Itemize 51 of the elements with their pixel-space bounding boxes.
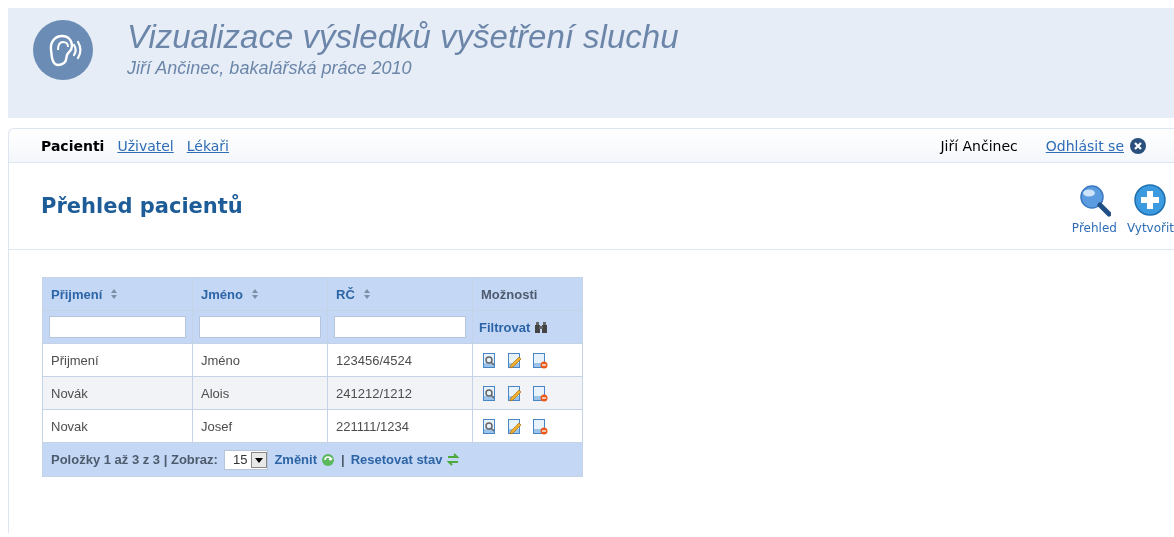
user-name: Jiří Ančinec [940,137,1018,154]
table-cell: Alois [201,385,230,401]
table-cell: Jméno [201,352,241,368]
sort-icon[interactable] [110,287,119,300]
page-size-select[interactable]: 15 [223,449,269,470]
binoculars-icon [534,320,549,334]
overview-button[interactable]: Přehled [1071,183,1117,235]
close-icon[interactable] [1130,137,1146,154]
view-icon[interactable] [481,384,498,402]
column-header[interactable]: Přijmení [51,286,103,302]
filter-field[interactable] [49,316,186,338]
edit-icon[interactable] [506,417,523,435]
swap-arrows-icon [446,452,461,467]
table-cell: 241212/1212 [336,385,412,401]
separator-text: | [341,452,345,467]
pagination-summary: Položky 1 až 3 z 3 | Zobraz: [51,452,218,467]
delete-icon[interactable] [531,417,548,435]
reset-link[interactable]: Resetovat stav [350,452,461,467]
refresh-icon [321,452,335,467]
nav-tab[interactable]: Lékaři [186,137,229,154]
app-title: Vizualizace výsledků vyšetření sluchu [127,18,679,56]
column-header[interactable]: RČ [336,286,355,302]
dropdown-icon [251,451,268,468]
filter-field[interactable] [334,316,466,338]
nav-tab[interactable]: Pacienti [41,137,105,154]
view-icon[interactable] [481,417,498,435]
sort-icon[interactable] [362,287,371,300]
create-button[interactable]: Vytvořit [1126,183,1174,235]
column-header: Možnosti [481,286,538,302]
edit-icon[interactable] [506,351,523,369]
column-header[interactable]: Jméno [201,286,243,302]
logout-link[interactable]: Odhlásit se [1045,137,1124,154]
filter-field[interactable] [199,316,321,338]
nav-tab[interactable]: Uživatel [117,137,174,154]
table-cell: Novák [51,385,88,401]
view-icon[interactable] [481,351,498,369]
delete-icon[interactable] [531,351,548,369]
table-cell: Přijmení [51,352,99,368]
table-cell: 123456/4524 [336,352,412,368]
plus-icon [1133,183,1168,218]
app-subtitle: Jiří Ančinec, bakalářská práce 2010 [127,58,413,79]
sort-icon[interactable] [250,287,259,300]
logo-icon [33,20,93,82]
search-icon [1077,183,1112,218]
edit-icon[interactable] [506,384,523,402]
delete-icon[interactable] [531,384,548,402]
change-link[interactable]: Změnit [274,452,335,467]
page-heading: Přehled pacientů [41,194,243,218]
table-cell: Novak [51,418,88,434]
table-cell: 221111/1234 [336,418,410,434]
table-cell: Josef [201,418,233,434]
